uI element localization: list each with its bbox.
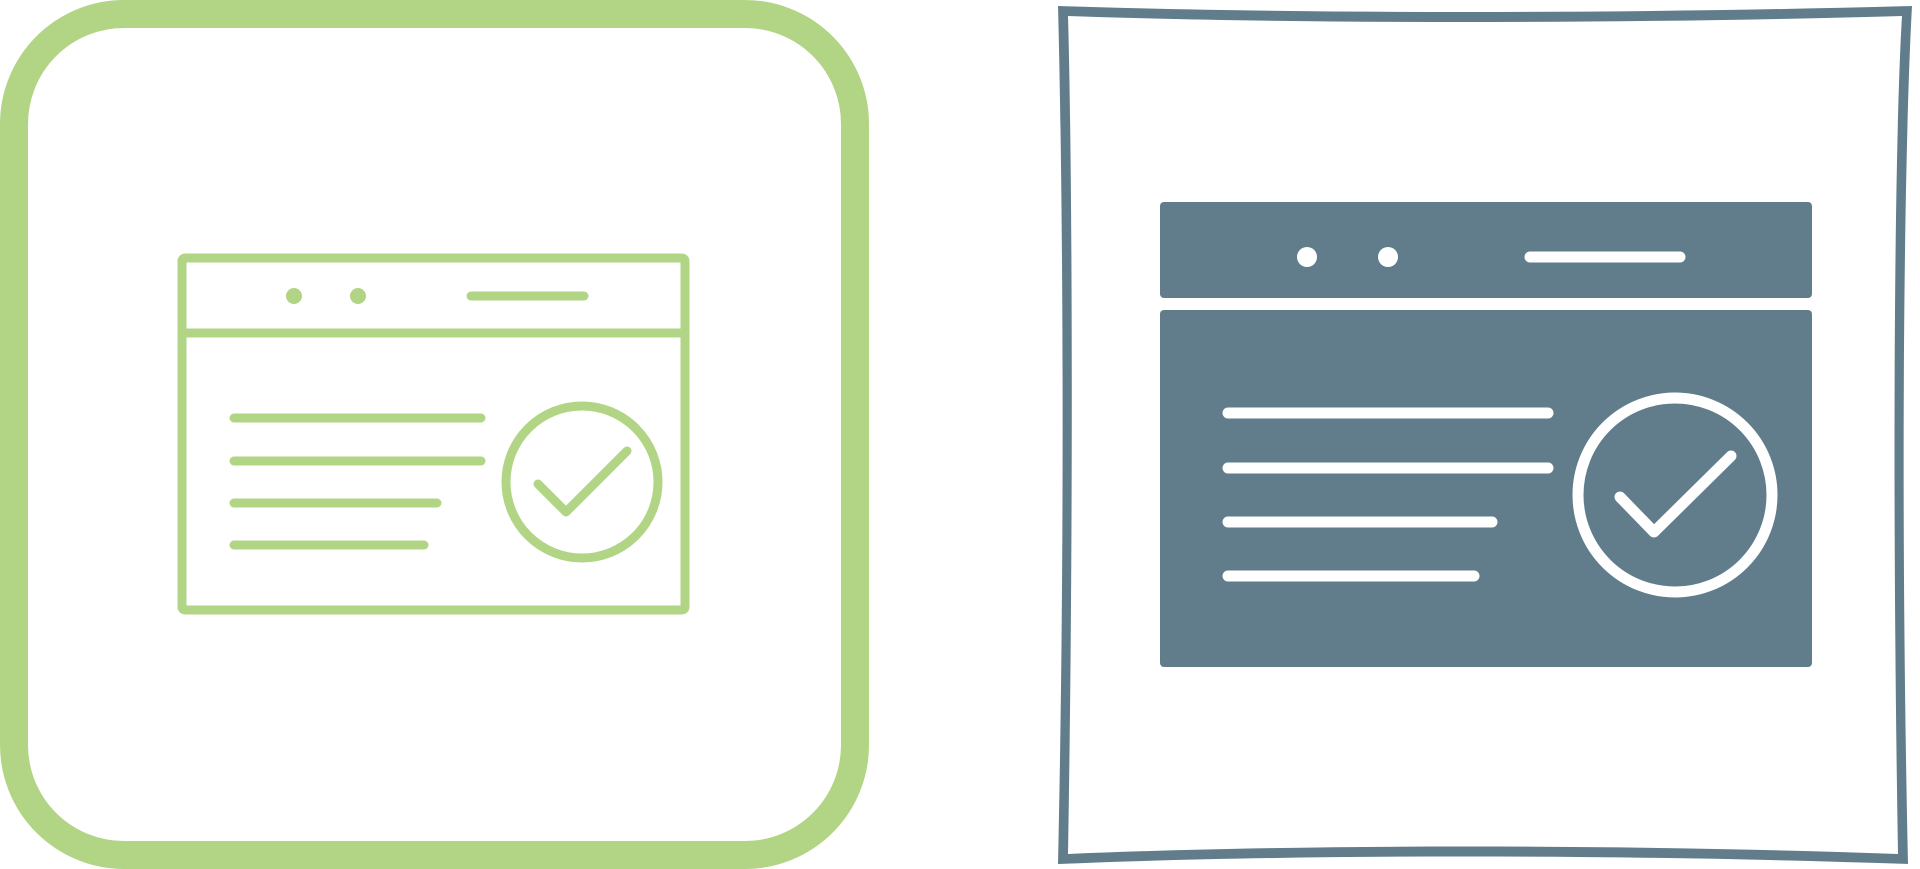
window-dot-icon (286, 288, 302, 304)
icon-canvas (0, 0, 1912, 869)
icon-showcase (0, 0, 1920, 869)
window-dot-icon (350, 288, 366, 304)
window-dot-icon (1378, 247, 1398, 267)
content-text-lines (229, 413, 486, 550)
check-circle-icon (501, 401, 663, 563)
browser-window-body (1160, 310, 1812, 667)
browser-window-header (1160, 202, 1812, 298)
webpage-check-outline-icon (0, 0, 869, 869)
webpage-check-glyph-icon (1058, 6, 1912, 864)
checkmark-icon (533, 446, 632, 517)
rounded-square-frame (0, 0, 869, 869)
window-titlebar-controls (286, 288, 366, 304)
window-dot-icon (1297, 247, 1317, 267)
